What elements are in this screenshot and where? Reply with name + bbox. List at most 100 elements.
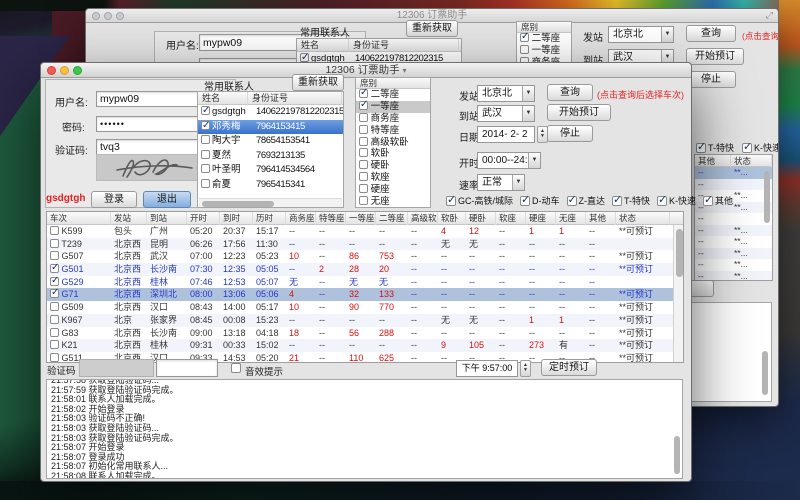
- table-column-header[interactable]: 到时: [220, 212, 253, 225]
- checkbox[interactable]: [201, 164, 210, 173]
- train-row[interactable]: T239北京西昆明06:2617:5611:30----------无无----…: [47, 238, 683, 251]
- checkbox[interactable]: [50, 328, 59, 337]
- scrollbar-thumb[interactable]: [674, 436, 680, 474]
- seat-class-row[interactable]: 硬卧: [356, 160, 430, 172]
- checkbox[interactable]: [742, 143, 752, 153]
- seat-class-row[interactable]: 特等座: [356, 125, 430, 137]
- checkbox[interactable]: [50, 277, 59, 286]
- refresh-contacts-button[interactable]: 重新获取: [292, 74, 344, 91]
- contact-row[interactable]: 俞夏7965415341: [198, 178, 343, 193]
- train-row-partial[interactable]: --: [695, 179, 772, 191]
- checkbox[interactable]: [567, 196, 577, 206]
- depart-time-select[interactable]: 00:00--24:00▼: [477, 152, 541, 169]
- train-select-cell[interactable]: G71: [47, 288, 111, 301]
- contact-row[interactable]: 邓秀梅7964153415: [198, 120, 343, 135]
- train-row-partial[interactable]: --**...: [695, 248, 772, 260]
- checkbox[interactable]: [50, 226, 59, 235]
- log-area[interactable]: 21:57:58 获取登陆验证码...21:57:59 获取登陆验证码完成。21…: [46, 379, 683, 479]
- contacts-list[interactable]: 姓名身份证号 gsdgtgh140622197812202315邓秀梅79641…: [197, 91, 344, 208]
- table-column-header[interactable]: 无座: [556, 212, 586, 225]
- from-station-select[interactable]: 北京北▼: [608, 26, 674, 43]
- seat-class-row[interactable]: 商务座: [356, 113, 430, 125]
- rate-select[interactable]: 正常▼: [477, 174, 525, 191]
- train-filter[interactable]: T-特快: [696, 141, 734, 154]
- train-select-cell[interactable]: K967: [47, 314, 111, 327]
- scrollbar-thumb[interactable]: [762, 351, 768, 395]
- table-column-header[interactable]: 硬座: [526, 212, 556, 225]
- checkbox[interactable]: [201, 179, 210, 188]
- start-booking-button[interactable]: 开始预订: [547, 104, 611, 121]
- scrollbar-thumb[interactable]: [764, 171, 770, 223]
- checkbox[interactable]: [520, 45, 529, 54]
- checkbox[interactable]: [201, 135, 210, 144]
- checkbox[interactable]: [50, 340, 59, 349]
- results-table[interactable]: 车次发站到站开时到时历时商务座特等座一等座二等座高级软卧软卧硬卧软座硬座无座其他…: [46, 211, 684, 363]
- table-column-header[interactable]: 软卧: [438, 212, 466, 225]
- checkbox[interactable]: [359, 101, 368, 110]
- train-row[interactable]: G71北京西深圳北08:0013:0605:064--32133--------…: [47, 288, 683, 301]
- table-column-header[interactable]: 到站: [147, 212, 187, 225]
- train-filter[interactable]: GC-高铁/城际: [446, 194, 513, 207]
- train-select-cell[interactable]: G83: [47, 327, 111, 340]
- exit-button[interactable]: 退出: [143, 191, 191, 208]
- contact-row[interactable]: 叶圣明796414534564: [198, 163, 343, 178]
- train-filter[interactable]: Z-直达: [567, 194, 606, 207]
- checkbox[interactable]: [520, 196, 530, 206]
- checkbox[interactable]: [50, 264, 59, 273]
- train-row[interactable]: G501北京西长沙南07:3012:3505:05--22820--------…: [47, 263, 683, 276]
- train-row[interactable]: G529北京西桂林07:4612:5305:07无--无无-----------…: [47, 276, 683, 289]
- table-column-header[interactable]: 其他: [586, 212, 616, 225]
- checkbox[interactable]: [359, 137, 368, 146]
- table-column-header[interactable]: 开时: [187, 212, 220, 225]
- title-menu-arrow-icon[interactable]: ▾: [403, 66, 407, 75]
- checkbox[interactable]: [50, 315, 59, 324]
- train-row-partial[interactable]: --**...: [695, 236, 772, 248]
- results-table-partial[interactable]: 其他状态 --**...----**...--**...----**...--*…: [694, 154, 773, 281]
- train-filter[interactable]: K-快速: [657, 194, 696, 207]
- checkbox[interactable]: [50, 289, 59, 298]
- time-stepper[interactable]: ▲▼: [520, 360, 531, 377]
- checkbox[interactable]: [359, 196, 368, 205]
- seat-class-list[interactable]: 席别 二等座 一等座 商务座 特等座 高级软卧 软卧 硬卧 软座 硬座 无座: [355, 77, 431, 208]
- refresh-contacts-button[interactable]: 重新获取: [406, 20, 458, 37]
- train-row-partial[interactable]: --: [695, 213, 772, 225]
- checkbox[interactable]: [50, 353, 59, 362]
- table-column-header[interactable]: 状态: [616, 212, 670, 225]
- seat-class-row[interactable]: 硬座: [356, 184, 430, 196]
- checkbox[interactable]: [300, 53, 309, 62]
- booking-captcha-image[interactable]: [79, 359, 154, 377]
- train-row-partial[interactable]: --**...: [695, 225, 772, 237]
- checkbox[interactable]: [50, 251, 59, 260]
- train-row[interactable]: K599包头广州05:2020:3715:17----------412--11…: [47, 225, 683, 238]
- checkbox[interactable]: [703, 196, 713, 206]
- seat-class-row[interactable]: 一等座: [356, 101, 430, 113]
- horizontal-scrollbar[interactable]: [199, 198, 342, 207]
- checkbox[interactable]: [359, 172, 368, 181]
- checkbox[interactable]: [201, 121, 210, 130]
- table-column-header[interactable]: 发站: [111, 212, 147, 225]
- seat-class-row[interactable]: 无座: [356, 196, 430, 208]
- table-column-header[interactable]: 二等座: [376, 212, 408, 225]
- train-select-cell[interactable]: G501: [47, 263, 111, 276]
- sound-checkbox[interactable]: [231, 363, 241, 373]
- query-button[interactable]: 查询: [547, 84, 593, 101]
- table-column-header[interactable]: 历时: [253, 212, 286, 225]
- train-select-cell[interactable]: G529: [47, 276, 111, 289]
- timer-time-field[interactable]: 下午 9:57:00: [456, 360, 518, 377]
- scrollbar-thumb[interactable]: [676, 229, 683, 277]
- checkbox[interactable]: [359, 89, 368, 98]
- timer-booking-button[interactable]: 定时预订: [541, 359, 597, 376]
- train-filter[interactable]: T-特快: [612, 194, 650, 207]
- to-station-select[interactable]: 武汉▼: [477, 105, 535, 122]
- stop-button[interactable]: 停止: [547, 125, 593, 142]
- checkbox[interactable]: [50, 239, 59, 248]
- contact-row[interactable]: 夏然7693213135: [198, 149, 343, 164]
- train-filter[interactable]: D-动车: [520, 194, 560, 207]
- query-button[interactable]: 查询: [686, 25, 736, 42]
- date-field[interactable]: 2014- 2- 2: [477, 126, 535, 143]
- checkbox[interactable]: [696, 143, 706, 153]
- start-booking-button[interactable]: 开始预订: [686, 48, 744, 65]
- train-select-cell[interactable]: G509: [47, 301, 111, 314]
- checkbox[interactable]: [359, 113, 368, 122]
- train-filter[interactable]: K-快速: [742, 141, 779, 154]
